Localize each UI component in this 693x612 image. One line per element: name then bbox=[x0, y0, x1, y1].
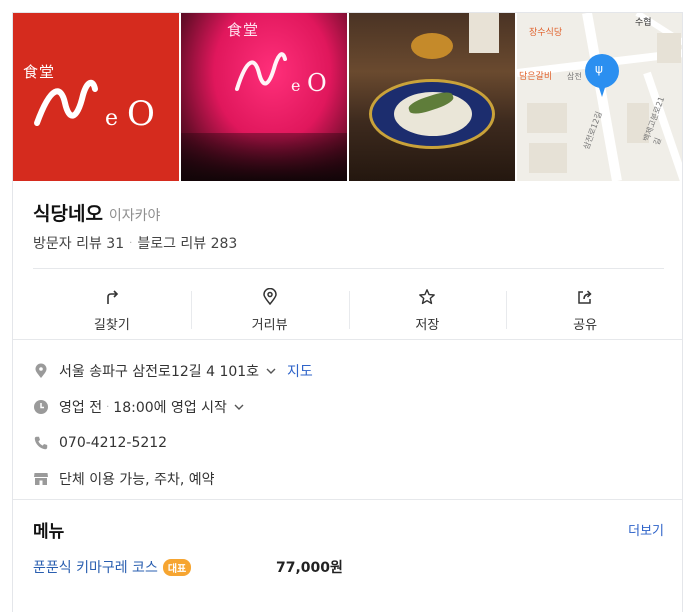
address-row: 서울 송파구 삼전로12길 4 101호 지도 bbox=[33, 353, 664, 389]
directions-button[interactable]: 길찾기 bbox=[33, 281, 191, 339]
menu-header: 메뉴 더보기 bbox=[33, 517, 664, 542]
place-card: 食堂 e O 食堂 e O 장수식당 수협 담은갈비 삼전로12길 백제고분로2… bbox=[12, 12, 683, 612]
sushi-piece bbox=[411, 33, 453, 59]
phone-number[interactable]: 070-4212-5212 bbox=[59, 435, 167, 451]
clock-icon bbox=[34, 400, 48, 414]
photo-neon-sign[interactable]: 食堂 e O bbox=[181, 13, 347, 181]
svg-text:e: e bbox=[291, 76, 300, 95]
map-thumbnail[interactable]: 장수식당 수협 담은갈비 삼전로12길 백제고분로21길 삼전 ψ bbox=[517, 13, 682, 181]
star-icon bbox=[419, 288, 436, 304]
plate bbox=[369, 79, 495, 149]
map-poi-jangsu: 장수식당 bbox=[529, 28, 563, 38]
svg-text:O: O bbox=[127, 94, 155, 134]
separator-dot: · bbox=[106, 401, 110, 413]
action-bar: 길찾기 거리뷰 저장 공유 bbox=[33, 281, 664, 339]
amenities-text: 단체 이용 가능, 주차, 예약 bbox=[59, 472, 215, 488]
share-icon bbox=[578, 289, 592, 304]
map-poi-suhyup: 수협 bbox=[635, 18, 652, 28]
map-road-label-3: 삼전 bbox=[567, 72, 582, 81]
chevron-down-icon[interactable] bbox=[265, 365, 277, 377]
map-link[interactable]: 지도 bbox=[287, 361, 313, 381]
phone-icon bbox=[34, 436, 48, 450]
directions-icon bbox=[107, 289, 119, 304]
svg-text:O: O bbox=[307, 69, 327, 97]
menu-title: 메뉴 bbox=[33, 522, 65, 542]
store-icon bbox=[34, 473, 48, 485]
save-label: 저장 bbox=[415, 317, 440, 333]
neon-logo-mark: e O bbox=[235, 52, 327, 97]
photo-food-dish[interactable] bbox=[349, 13, 515, 181]
logo-mark: e O bbox=[34, 79, 155, 134]
street-view-label: 거리뷰 bbox=[251, 317, 288, 333]
map-poi-dameun: 담은갈비 bbox=[519, 72, 553, 82]
share-label: 공유 bbox=[573, 317, 598, 333]
place-category: 이자카야 bbox=[108, 208, 161, 224]
signature-badge: 대표 bbox=[162, 558, 192, 576]
opening-hours[interactable]: 18:00에 영업 시작 bbox=[113, 397, 227, 417]
bottle-label bbox=[469, 13, 499, 53]
street-view-button[interactable]: 거리뷰 bbox=[190, 281, 349, 339]
hours-row: 영업 전 · 18:00에 영업 시작 bbox=[33, 389, 664, 425]
photo-logo-sign[interactable]: 食堂 e O bbox=[13, 13, 179, 181]
neon-kanji: 食堂 bbox=[227, 21, 260, 39]
share-button[interactable]: 공유 bbox=[506, 281, 664, 339]
restaurant-pin-icon: ψ bbox=[595, 62, 603, 76]
divider bbox=[13, 339, 682, 340]
visitor-reviews-link[interactable]: 방문자 리뷰 31 bbox=[33, 233, 124, 253]
review-counts: 방문자 리뷰 31 · 블로그 리뷰 283 bbox=[33, 233, 237, 253]
street-view-icon bbox=[262, 287, 277, 305]
info-list: 서울 송파구 삼전로12길 4 101호 지도 영업 전 · 18:00에 영업… bbox=[33, 353, 664, 497]
amenities-row: 단체 이용 가능, 주차, 예약 bbox=[33, 461, 664, 497]
neon-shadow bbox=[181, 133, 347, 181]
divider bbox=[33, 268, 664, 269]
separator-dot: · bbox=[129, 237, 133, 249]
blog-reviews-link[interactable]: 블로그 리뷰 283 bbox=[137, 233, 237, 253]
svg-text:e: e bbox=[105, 106, 118, 131]
phone-row: 070-4212-5212 bbox=[33, 425, 664, 461]
menu-item[interactable]: 푼푼식 키마구레 코스 대표 bbox=[33, 557, 192, 577]
save-button[interactable]: 저장 bbox=[348, 281, 507, 339]
menu-item-price: 77,000원 bbox=[276, 560, 343, 576]
business-status: 영업 전 bbox=[59, 400, 103, 416]
directions-label: 길찾기 bbox=[93, 317, 130, 333]
address-text: 서울 송파구 삼전로12길 4 101호 bbox=[59, 364, 260, 380]
location-pin-icon bbox=[35, 363, 47, 378]
menu-more-link[interactable]: 더보기 bbox=[628, 520, 664, 539]
photo-strip: 食堂 e O 食堂 e O 장수식당 수협 담은갈비 삼전로12길 백제고분로2… bbox=[13, 13, 682, 181]
chevron-down-icon[interactable] bbox=[233, 401, 245, 413]
title-row: 식당네오 이자카야 bbox=[33, 199, 160, 226]
menu-item-name[interactable]: 푼푼식 키마구레 코스 bbox=[33, 557, 158, 577]
divider bbox=[13, 499, 682, 500]
place-name[interactable]: 식당네오 bbox=[33, 199, 103, 226]
